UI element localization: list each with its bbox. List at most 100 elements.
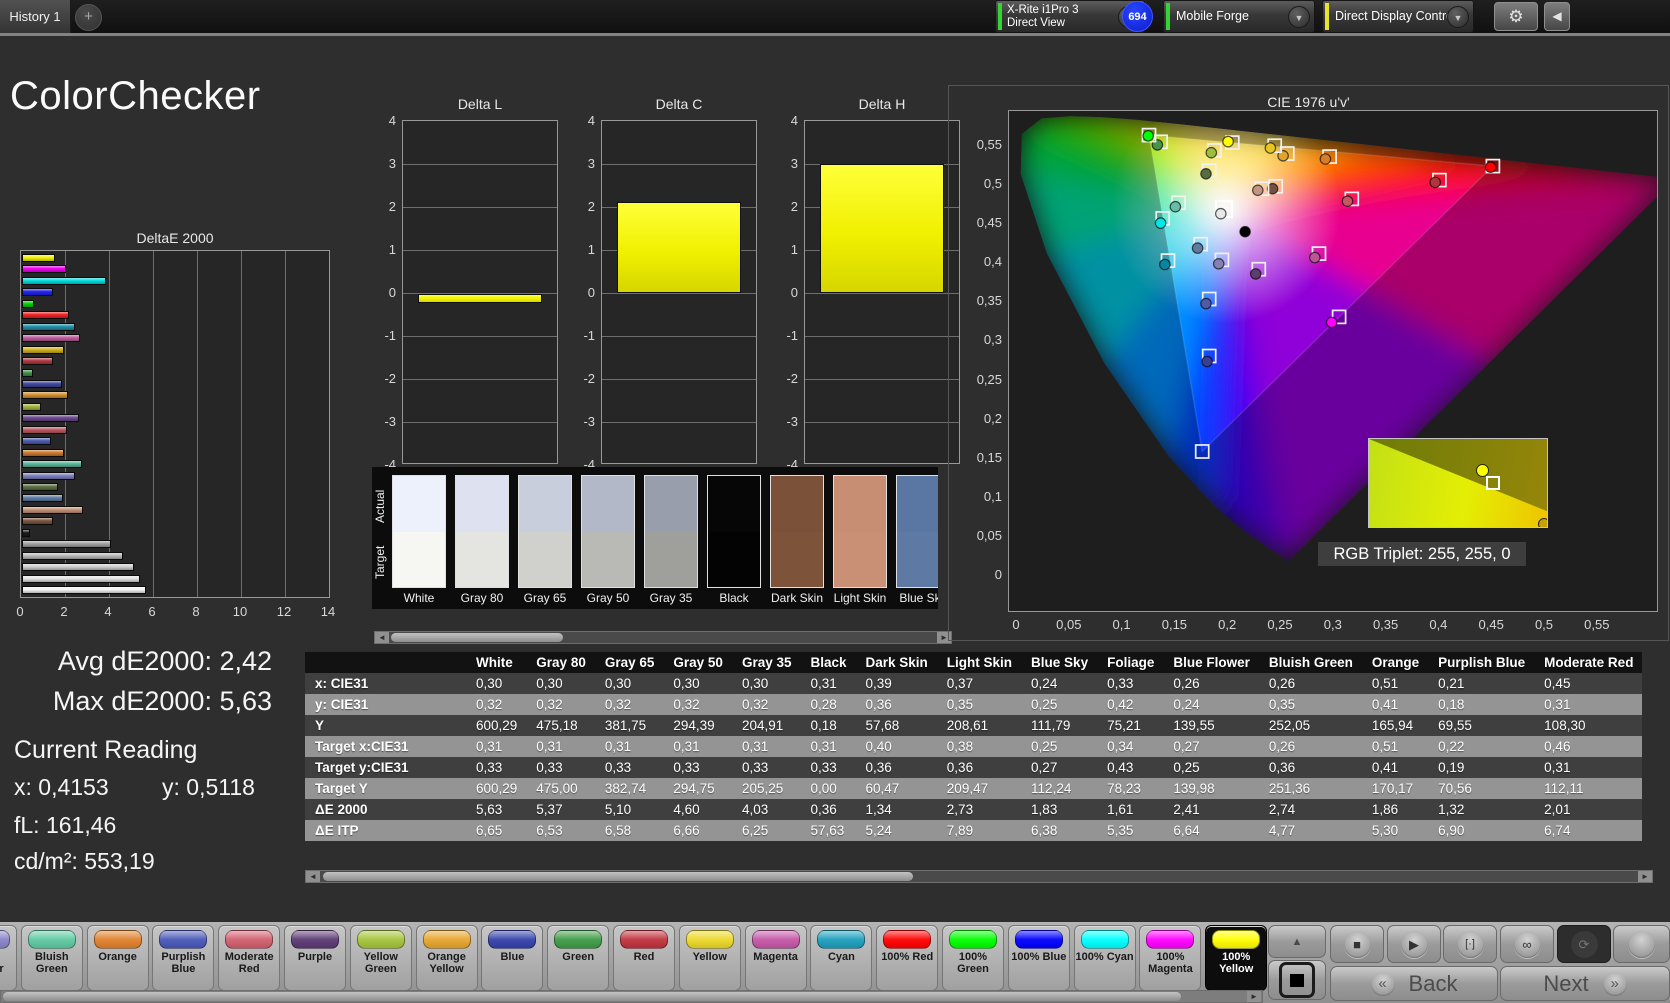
patch-window-button[interactable]	[1268, 960, 1326, 1000]
table-scrollbar[interactable]: ◄ ►	[305, 870, 1653, 883]
target-color	[393, 532, 445, 587]
patch-swatch-label: Black	[719, 591, 749, 605]
patch-button-label: Blue Flower	[0, 963, 4, 975]
table-cell: 6,58	[604, 823, 632, 838]
patch-button-orange-yellow[interactable]: Orange Yellow	[415, 925, 478, 991]
next-button[interactable]: Next »	[1500, 966, 1670, 1001]
continuous-measure-button[interactable]: ∞	[1500, 925, 1554, 963]
patch-button-purplish-blue[interactable]: Purplish Blue	[152, 925, 215, 991]
patch-swatch-gray-50	[581, 475, 635, 588]
table-cell: 1,86	[1371, 802, 1399, 817]
row-label: y: CIE31	[315, 697, 369, 712]
scrollbar-thumb[interactable]	[3, 992, 1181, 1001]
table-cell: 0,28	[810, 697, 837, 712]
patch-strip-scrollbar[interactable]: ◄ ►	[374, 631, 952, 644]
back-label: Back	[1408, 970, 1458, 996]
cie-measured-red	[1429, 176, 1441, 189]
patch-button-label: Purplish Blue	[161, 951, 206, 975]
tab-history-1[interactable]: History 1	[0, 0, 71, 33]
patch-button-label: Yellow Green	[363, 951, 398, 975]
de-bar-cyan	[22, 322, 75, 331]
table-cell: 0,26	[1173, 676, 1200, 691]
de-bar-orange-yellow	[22, 391, 69, 400]
patch-button-moderate-red[interactable]: Moderate Red	[218, 925, 281, 991]
patch-button-100-magenta[interactable]: 100% Magenta	[1139, 925, 1202, 991]
table-column-header: Gray 50	[673, 655, 723, 670]
gear-icon[interactable]: ⚙	[1494, 2, 1538, 31]
de-x-tick: 4	[104, 604, 112, 619]
table-cell: 0,31	[741, 739, 769, 754]
patch-swatch-white	[392, 475, 446, 588]
scroll-left-icon[interactable]: ◄	[375, 632, 389, 643]
patch-button-yellow-green[interactable]: Yellow Green	[349, 925, 412, 991]
repeat-button[interactable]: ⟳	[1557, 925, 1611, 963]
table-cell: 69,55	[1438, 718, 1472, 733]
table-cell: 475,18	[536, 718, 578, 733]
delta-y-tick: 0	[388, 285, 396, 300]
back-button[interactable]: « Back	[1330, 966, 1498, 1001]
scroll-right-icon[interactable]: ►	[1247, 991, 1261, 1002]
delta-y-tick: 2	[790, 199, 798, 214]
de-x-tick: 2	[60, 604, 68, 619]
de-bar-blue-flower	[22, 471, 75, 480]
patch-button-100-green[interactable]: 100% Green	[942, 925, 1004, 991]
patch-button-magenta[interactable]: Magenta	[744, 925, 807, 991]
chevron-down-icon[interactable]: ▼	[1447, 6, 1469, 28]
patch-button-label: Red	[633, 951, 655, 963]
delta-chart-delta-c	[601, 120, 757, 464]
table-cell: 0,24	[1031, 676, 1058, 691]
collapse-panel-button[interactable]: ◀	[1544, 2, 1570, 31]
table-cell: 0,36	[865, 760, 892, 775]
patch-button-red[interactable]: Red	[613, 925, 675, 991]
scrollbar-thumb[interactable]	[391, 633, 563, 642]
cie-measured-purplish-blue	[1200, 297, 1212, 310]
patch-swatch-label: Blue Sky	[899, 591, 938, 605]
table-cell: 600,29	[476, 781, 518, 796]
cie-x-tick: 0,55	[1584, 617, 1610, 632]
table-cell: 1,61	[1107, 802, 1134, 817]
patch-window-icon	[1279, 962, 1315, 998]
source-dropdown[interactable]: Mobile Forge ▼	[1163, 0, 1315, 33]
cie-measured-bluish-green	[1169, 200, 1182, 213]
patch-button-blue-flower[interactable]: Blue Flower	[0, 925, 17, 991]
patch-button-100-cyan[interactable]: 100% Cyan	[1073, 925, 1136, 991]
table-cell: 0,31	[810, 739, 837, 754]
patch-button-100-red[interactable]: 100% Red	[876, 925, 939, 991]
cie-measured-light-skin	[1252, 184, 1264, 197]
cie-y-tick: 0,25	[976, 371, 1002, 387]
table-cell: 4,77	[1268, 823, 1296, 838]
patch-button-yellow[interactable]: Yellow	[678, 925, 741, 991]
blank-icon	[1628, 930, 1655, 958]
patch-list-up-button[interactable]: ▲	[1268, 925, 1326, 958]
stop-button[interactable]: ■	[1330, 925, 1384, 963]
infinity-icon: ∞	[1513, 930, 1541, 958]
extra-transport-button[interactable]	[1613, 925, 1670, 963]
scroll-right-icon[interactable]: ►	[1638, 871, 1652, 882]
patch-button-green[interactable]: Green	[547, 925, 610, 991]
play-button[interactable]: ▶	[1387, 925, 1441, 963]
delta-y-tick: 1	[587, 242, 595, 257]
table-cell: 5,10	[604, 802, 632, 817]
de-x-tick: 0	[16, 604, 24, 619]
add-tab-button[interactable]: +	[75, 4, 102, 31]
patch-button-label: 100% Magenta	[1148, 951, 1193, 975]
patch-button-100-yellow[interactable]: 100% Yellow	[1205, 925, 1268, 991]
patch-button-orange[interactable]: Orange	[86, 925, 149, 991]
scrollbar-thumb[interactable]	[323, 872, 913, 881]
patch-button-100-blue[interactable]: 100% Blue	[1007, 925, 1070, 991]
patch-button-bluish-green[interactable]: Bluish Green	[20, 925, 83, 991]
loop-range-button[interactable]: [·]	[1443, 925, 1497, 963]
table-column-header: White	[476, 655, 513, 670]
patch-button-blue[interactable]: Blue	[481, 925, 544, 991]
patch-button-purple[interactable]: Purple	[284, 925, 346, 991]
table-cell: 600,29	[476, 718, 518, 733]
de-x-tick: 10	[232, 604, 248, 619]
chevron-down-icon[interactable]: ▼	[1288, 6, 1310, 28]
patch-color-pill	[1146, 930, 1195, 949]
control-dropdown[interactable]: Direct Display Control ▼	[1322, 0, 1474, 33]
table-cell: 0,30	[476, 676, 503, 691]
patch-button-cyan[interactable]: Cyan	[810, 925, 873, 991]
scroll-left-icon[interactable]: ◄	[306, 871, 320, 882]
patch-buttons-scrollbar[interactable]: ►	[0, 990, 1263, 1003]
patch-button-label: Blue	[500, 951, 525, 963]
